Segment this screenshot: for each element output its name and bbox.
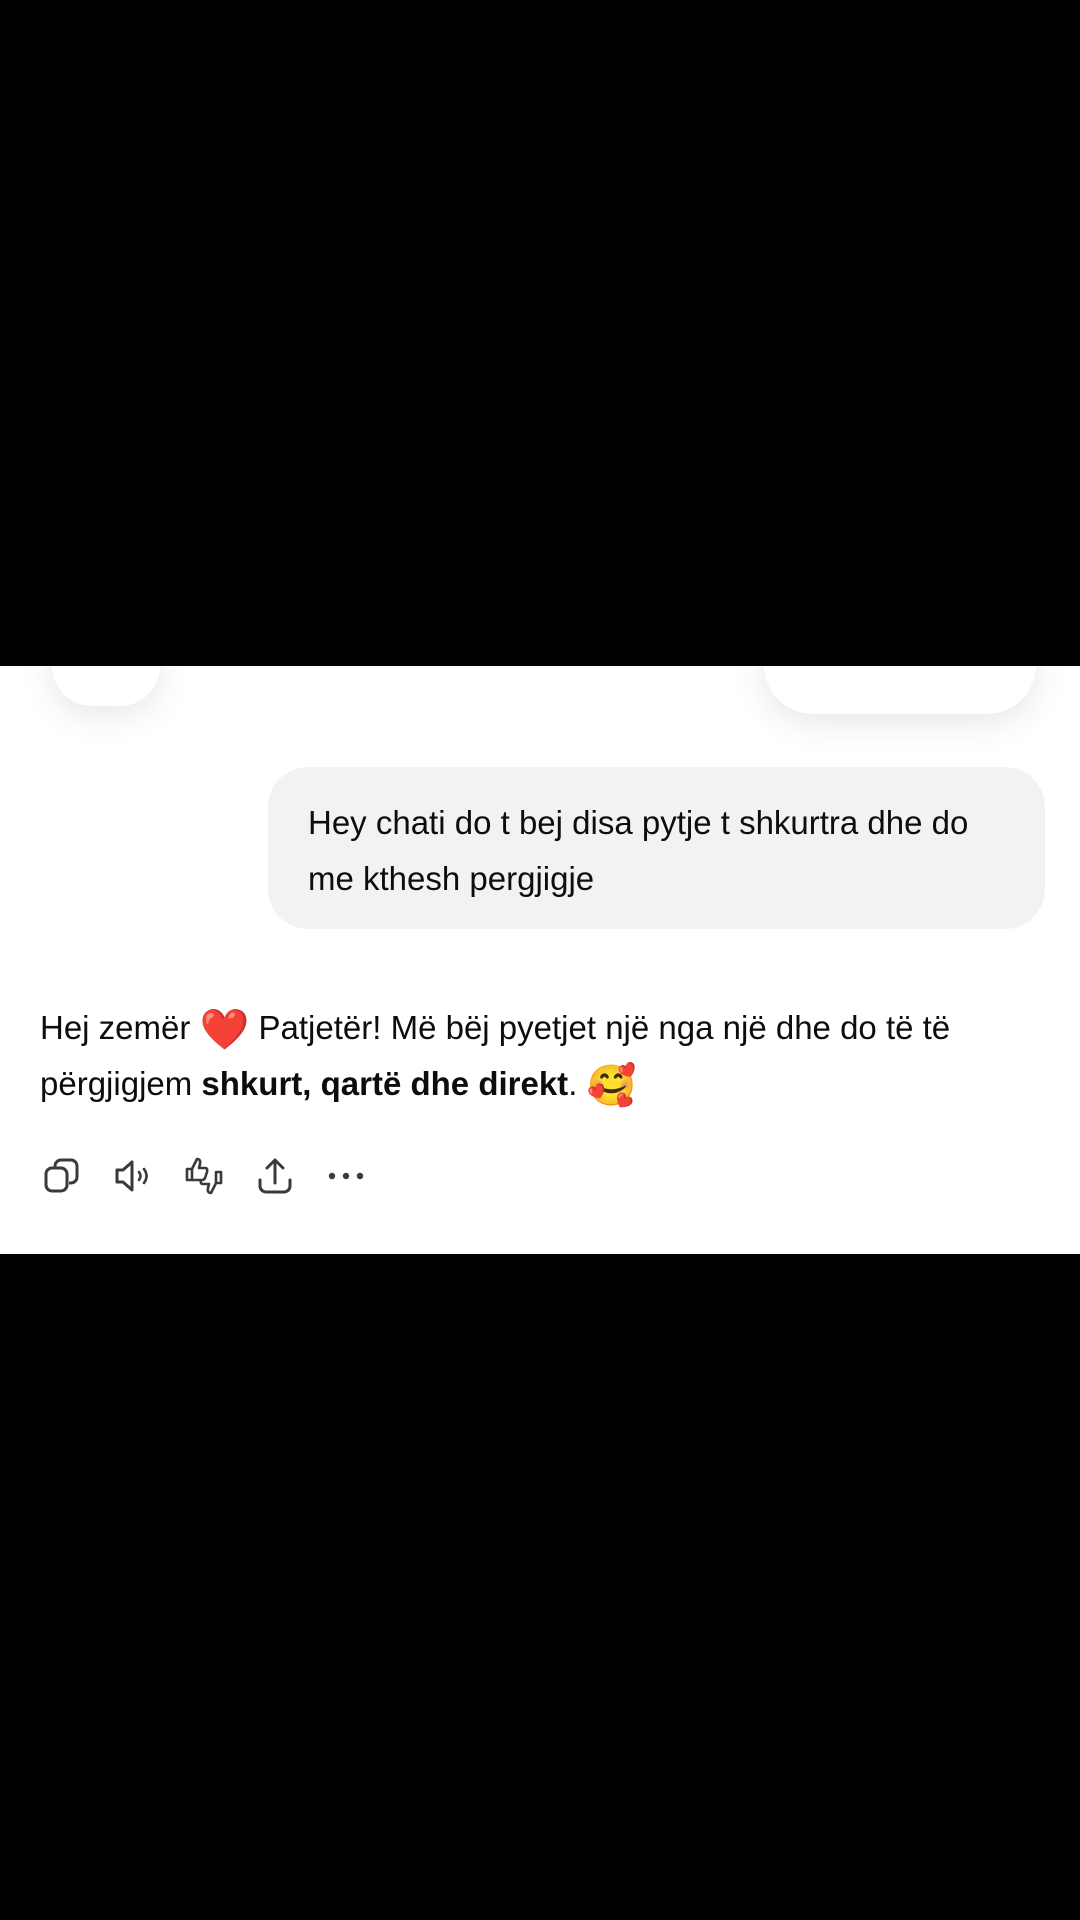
heart-emoji: ❤️ (199, 1008, 250, 1052)
assistant-text-part1: Hej zemër (40, 1009, 200, 1046)
user-message-text: Hey chati do t bej disa pytje t shkurtra… (308, 804, 978, 897)
letterbox-top (0, 0, 1080, 666)
menu-button[interactable] (52, 666, 160, 706)
smiling-hearts-emoji: 🥰 (586, 1064, 637, 1108)
assistant-message: Hej zemër ❤️ Patjetër! Më bëj pyetjet nj… (40, 1000, 1050, 1112)
thumbs-up-down-icon (185, 1157, 223, 1195)
assistant-text-part3: . (568, 1065, 587, 1102)
chat-screen: Hey chati do t bej disa pytje t shkurtra… (0, 666, 1080, 1254)
copy-icon (44, 1158, 79, 1193)
message-action-bar (36, 1150, 391, 1202)
share-button[interactable] (249, 1150, 301, 1202)
speaker-icon (115, 1160, 148, 1192)
new-chat-button[interactable] (764, 666, 1036, 714)
more-icon (328, 1172, 364, 1180)
user-message-bubble: Hey chati do t bej disa pytje t shkurtra… (268, 767, 1045, 929)
copy-button[interactable] (36, 1150, 88, 1202)
letterbox-bottom (0, 1254, 1080, 1920)
feedback-button[interactable] (178, 1150, 230, 1202)
assistant-text-bold: shkurt, qartë dhe direkt (201, 1065, 569, 1102)
more-button[interactable] (320, 1150, 372, 1202)
share-icon (258, 1158, 292, 1194)
read-aloud-button[interactable] (107, 1150, 159, 1202)
